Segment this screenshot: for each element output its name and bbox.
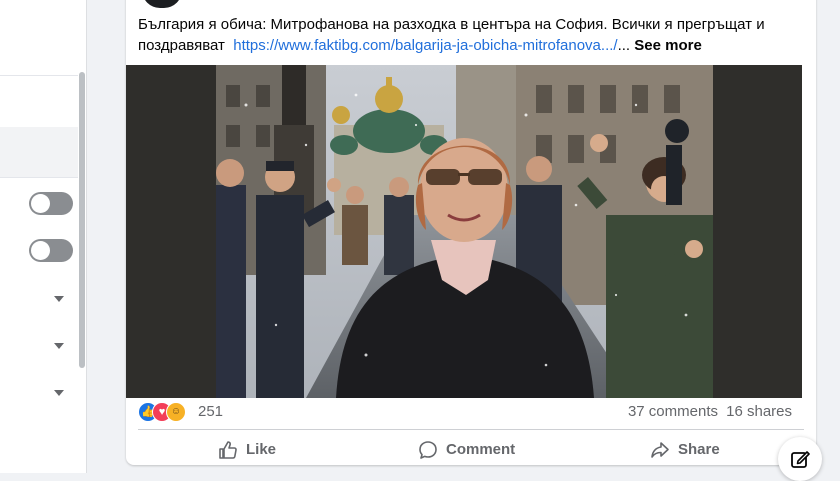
post-text: България я обича: Митрофанова на разходк… — [138, 14, 804, 56]
street-scene-illustration — [216, 65, 713, 398]
divider — [0, 177, 78, 178]
toggle-knob — [31, 194, 50, 213]
toggle-switch[interactable] — [29, 192, 73, 215]
post-actions: Like Comment Share — [126, 434, 816, 465]
post-photo[interactable] — [216, 65, 713, 398]
compose-icon — [791, 451, 810, 468]
chevron-down-icon[interactable] — [54, 390, 64, 396]
avatar[interactable] — [142, 0, 182, 8]
thumbs-up-icon — [219, 441, 237, 459]
comment-label: Comment — [446, 441, 516, 458]
post-media[interactable] — [126, 65, 802, 398]
like-button[interactable]: Like — [218, 434, 276, 465]
divider — [0, 75, 78, 76]
reaction-count[interactable]: 251 — [198, 402, 223, 422]
comment-button[interactable]: Comment — [418, 434, 515, 465]
post-card: България я обича: Митрофанова на разходк… — [126, 0, 816, 465]
chevron-down-icon[interactable] — [54, 343, 64, 349]
speech-bubble-icon — [419, 441, 437, 459]
scrollbar-thumb[interactable] — [79, 72, 85, 368]
scrollbar[interactable] — [78, 70, 86, 370]
chevron-down-icon[interactable] — [54, 296, 64, 302]
share-arrow-icon — [651, 442, 669, 458]
like-label: Like — [246, 441, 277, 458]
settings-row-highlight[interactable] — [0, 127, 78, 177]
see-more-link[interactable]: See more — [634, 37, 702, 54]
toggle-knob — [31, 241, 50, 260]
toggle-switch[interactable] — [29, 239, 73, 262]
post-link[interactable]: https://www.faktibg.com/balgarija-ja-obi… — [233, 37, 617, 54]
compose-button[interactable] — [778, 437, 822, 481]
haha-reaction-icon: ☺ — [166, 402, 186, 422]
comments-count[interactable]: 37 comments — [628, 402, 718, 422]
post-stats: 👍 ♥ ☺ 251 37 comments 16 shares — [138, 402, 804, 424]
shares-count[interactable]: 16 shares — [726, 402, 792, 422]
left-settings-panel — [0, 0, 87, 473]
post-ellipsis: ... — [617, 37, 631, 54]
divider — [138, 429, 804, 430]
share-button[interactable]: Share — [650, 434, 720, 465]
share-label: Share — [678, 441, 720, 458]
